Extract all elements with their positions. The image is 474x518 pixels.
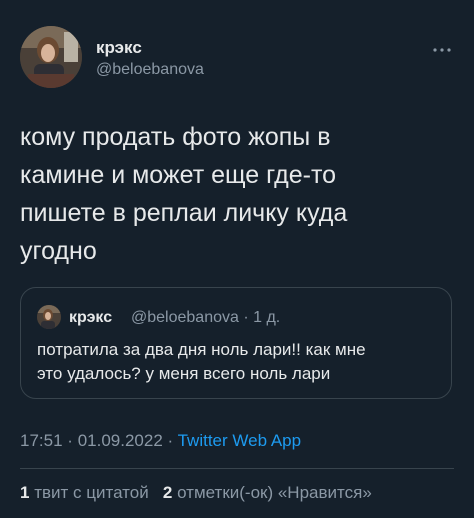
tweet-source-link[interactable]: Twitter Web App: [178, 431, 301, 450]
quote-tweets-count: 1: [20, 483, 30, 502]
divider: [20, 468, 454, 469]
meta-separator-2: ·: [167, 431, 174, 450]
more-dots-icon[interactable]: [432, 42, 452, 52]
tweet-meta: 17:51 · 01.09.2022 · Twitter Web App: [20, 430, 301, 452]
quoted-tweet[interactable]: крэкс @beloebanova · 1 д. потратила за д…: [20, 287, 452, 399]
tweet-stats: 1 твит с цитатой 2 отметки(-ок) «Нравитс…: [20, 482, 372, 504]
quote-age: 1 д.: [253, 309, 281, 326]
quote-tweets-stat[interactable]: 1 твит с цитатой: [20, 483, 149, 502]
quote-author-name: крэкс: [69, 309, 113, 326]
tweet-card: крэкс @beloebanova кому продать фото жоп…: [0, 0, 474, 518]
meta-separator: ·: [67, 431, 73, 450]
quote-author-handle: @beloebanova: [131, 309, 239, 326]
tweet-time[interactable]: 17:51: [20, 431, 63, 450]
quote-tweets-label: твит с цитатой: [34, 483, 149, 502]
quote-text: потратила за два дня ноль лари!! как мне…: [37, 340, 366, 383]
author-handle[interactable]: @beloebanova: [96, 60, 204, 80]
quote-meta-separator: ·: [243, 309, 249, 326]
quote-author-avatar: [37, 305, 61, 329]
author-name[interactable]: крэкс: [96, 38, 142, 58]
tweet-date[interactable]: 01.09.2022: [78, 431, 163, 450]
author-avatar[interactable]: [20, 26, 82, 88]
quote-meta: @beloebanova · 1 д.: [131, 308, 280, 328]
likes-count: 2: [162, 483, 173, 502]
likes-label: отметки(-ок) «Нравится»: [177, 483, 372, 502]
avatar-photo: [20, 26, 82, 88]
likes-stat[interactable]: 2 отметки(-ок) «Нравится»: [163, 483, 372, 502]
quote-avatar-photo: [37, 305, 61, 329]
tweet-text: кому продать фото жопы в камине и может …: [20, 123, 348, 265]
